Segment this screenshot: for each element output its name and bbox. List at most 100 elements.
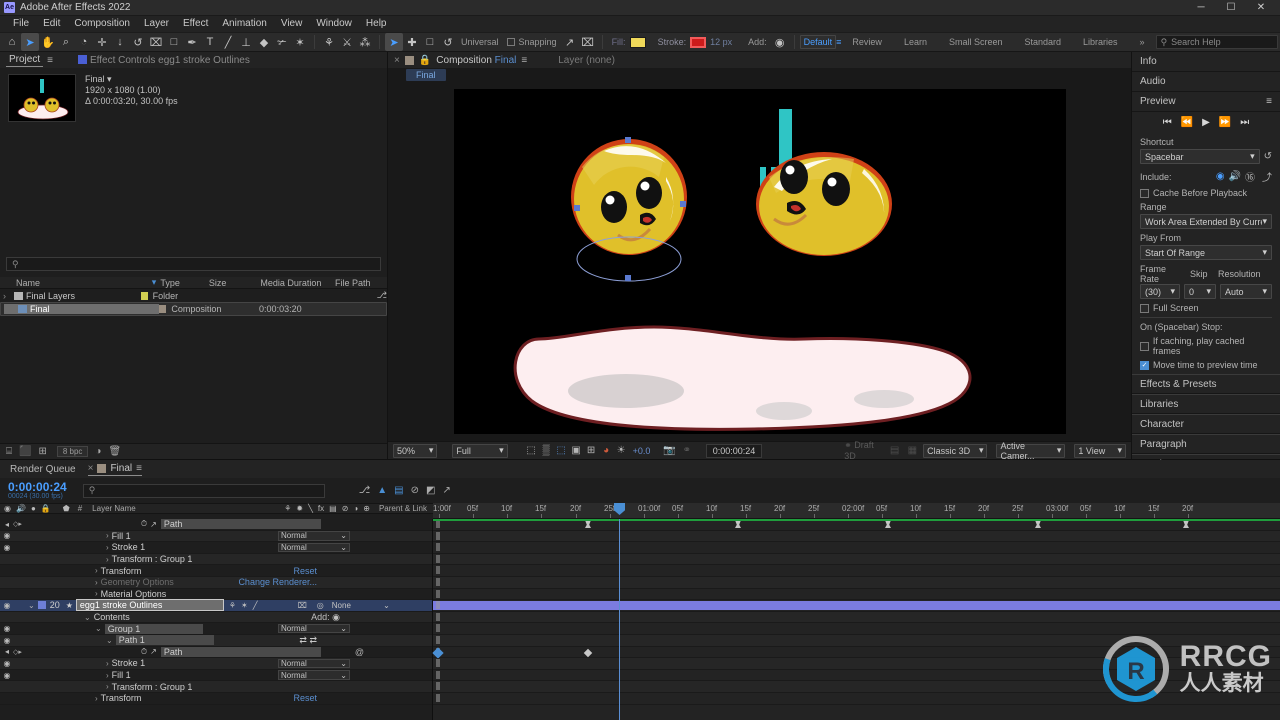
new-folder-icon[interactable]: ⬛ <box>19 446 31 457</box>
timeline-track-row[interactable] <box>433 611 1280 624</box>
workspace-standard[interactable]: Standard <box>1014 37 1073 47</box>
property-label[interactable]: Stroke 1 <box>112 658 146 668</box>
disclosure-triangle-icon[interactable]: › <box>106 555 109 564</box>
layer-visibility-toggle[interactable]: ◂ <box>2 520 12 529</box>
draft-3d-toggle[interactable]: ⚭ Draft 3D <box>844 440 884 461</box>
panel-preview[interactable]: Preview ≡ <box>1132 92 1280 112</box>
bit-depth-button[interactable]: 8 bpc <box>56 446 89 457</box>
stopwatch-icon[interactable]: ⏱ <box>141 647 147 657</box>
blend-mode-select[interactable]: Normal ⌄ <box>278 623 350 634</box>
property-label[interactable]: Fill 1 <box>112 670 131 680</box>
property-label[interactable]: Path <box>160 519 321 530</box>
include-audio-icon[interactable]: 🔊 <box>1229 171 1241 182</box>
project-column-file-path[interactable]: File Path <box>331 278 387 288</box>
disclosure-triangle-icon[interactable]: › <box>95 589 98 598</box>
disclosure-triangle-icon[interactable]: › <box>106 531 109 540</box>
roto-brush-tool-icon[interactable]: ✃ <box>273 33 291 51</box>
mask-square-icon[interactable]: □ <box>421 33 439 51</box>
exposure-value[interactable]: +0.0 <box>633 446 651 456</box>
draft-3d-icon[interactable]: ▲ <box>377 485 387 496</box>
property-action-link[interactable]: Reset <box>293 566 317 576</box>
keyframe-nav-icon[interactable]: ◇▸ <box>13 648 22 656</box>
property-label[interactable]: Transform <box>101 693 142 703</box>
expression-icon[interactable]: @ <box>355 647 364 657</box>
timeline-track-row[interactable] <box>433 589 1280 601</box>
zoom-level-select[interactable]: 50% ▾ <box>393 443 438 458</box>
panel-paragraph[interactable]: Paragraph <box>1132 434 1280 454</box>
adjustment-switch-icon[interactable]: ◑ <box>353 504 358 513</box>
layer-visibility-toggle[interactable]: ◉ <box>2 624 12 633</box>
fill-color-swatch[interactable] <box>629 36 646 48</box>
rotate-icon[interactable]: ↺ <box>439 33 457 51</box>
timeline-property-row[interactable]: › Transform : Group 1 <box>0 681 432 693</box>
full-screen-checkbox[interactable] <box>1140 303 1149 313</box>
graph-editor-icon[interactable]: ↗ <box>442 485 450 496</box>
timeline-property-row[interactable]: › Transform : Group 1 <box>0 553 432 566</box>
workspace-review[interactable]: Review <box>841 37 893 47</box>
layer-switch-icon[interactable]: ╱ <box>253 601 258 610</box>
layer-label-color[interactable] <box>37 601 46 610</box>
tab-render-queue[interactable]: Render Queue <box>10 464 76 475</box>
zoom-tool-icon[interactable]: ⌕ <box>57 33 75 51</box>
layer-switch-icon[interactable]: ⌧ <box>298 601 307 610</box>
puppet-starch-icon[interactable]: ⚔ <box>338 33 356 51</box>
disclosure-triangle-icon[interactable]: › <box>3 291 11 301</box>
layer-visibility-toggle[interactable]: ◉ <box>2 671 12 680</box>
composition-tab-label[interactable]: Composition Final <box>436 55 516 66</box>
layer-visibility-toggle[interactable]: ◉ <box>2 543 12 552</box>
tab-effect-controls[interactable]: Effect Controls egg1 stroke Outlines <box>75 54 253 66</box>
solo-switch-icon[interactable]: ● <box>31 504 36 513</box>
guides-icon[interactable]: ⊞ <box>584 444 599 458</box>
puppet-overlap-icon[interactable]: ⁂ <box>356 33 374 51</box>
exposure-reset-icon[interactable]: ☀ <box>614 444 629 458</box>
lock-switch-icon[interactable]: 🔒 <box>41 504 51 513</box>
include-video-icon[interactable]: ◉ <box>1216 171 1225 182</box>
timeline-layer-row[interactable]: ◉ ⌄ 20 ★ egg1 stroke Outlines ⚘ ✶ ╱ ⌧ ◎ None ⌄ <box>0 599 432 612</box>
property-label[interactable]: Path <box>160 646 321 657</box>
snapping-toggle[interactable]: Snapping <box>503 37 561 47</box>
universal-label[interactable]: Universal <box>457 37 503 47</box>
disclosure-triangle-icon[interactable]: ⌄ <box>84 613 91 622</box>
effects-switch-icon[interactable]: fx <box>318 504 324 513</box>
graph-editor-icon[interactable]: ↗ <box>150 520 157 529</box>
interpret-footage-icon[interactable]: ◑ <box>95 446 101 457</box>
work-area-bar[interactable] <box>433 519 1280 521</box>
layer-switch-icon[interactable]: ◎ <box>317 601 324 610</box>
add-vertex-icon[interactable]: ✚ <box>403 33 421 51</box>
flowchart-icon[interactable]: ⎇ <box>377 290 387 301</box>
timeline-search-input[interactable]: ⚲ <box>82 483 325 498</box>
title-action-safe-icon[interactable]: ▣ <box>569 444 584 458</box>
timeline-property-row[interactable]: ◂ ◇▸ ⏱ ↗ Path @ <box>0 646 432 659</box>
export-icon[interactable]: ⤴ <box>1262 169 1272 184</box>
last-frame-button[interactable]: ⏭ <box>1240 117 1249 128</box>
shape-tool-icon[interactable]: □ <box>165 33 183 51</box>
add-property-button[interactable]: Add: ◉ <box>311 612 340 623</box>
lock-icon[interactable]: 🔒 <box>419 55 431 66</box>
project-column-size[interactable]: Size <box>205 278 256 288</box>
snapshot-icon[interactable]: 📷 <box>662 444 676 458</box>
workspace-default[interactable]: Default <box>799 35 837 49</box>
motion-blur-switch-icon[interactable]: ⊘ <box>342 504 349 513</box>
3d-switch-icon[interactable]: ⊕ <box>363 504 370 513</box>
project-item-row[interactable]: Final Composition 0:00:03:20 <box>0 302 387 316</box>
blend-mode-select[interactable]: Normal ⌄ <box>278 542 350 553</box>
close-button[interactable]: ✕ <box>1246 0 1276 16</box>
snapping-checkbox[interactable] <box>506 38 515 46</box>
orbit-tool-icon[interactable]: ◔ <box>75 33 93 51</box>
disclosure-triangle-icon[interactable]: › <box>95 694 98 703</box>
show-snapshot-icon[interactable]: ⚭ <box>680 444 694 458</box>
range-select[interactable]: Work Area Extended By Current...▾ <box>1140 214 1272 229</box>
graph-editor-icon[interactable]: ↗ <box>150 647 157 656</box>
fill-label[interactable]: Fill: <box>608 37 630 47</box>
blend-mode-select[interactable]: Normal ⌄ <box>278 658 350 669</box>
composition-marker[interactable] <box>585 520 591 528</box>
next-frame-button[interactable]: ⏩ <box>1219 117 1231 128</box>
add-menu-icon[interactable]: ◉ <box>771 33 789 51</box>
play-from-select[interactable]: Start Of Range ▾ <box>1140 245 1272 260</box>
camera-select[interactable]: Active Camer... ▾ <box>996 441 1066 461</box>
composition-marker[interactable] <box>1035 520 1041 528</box>
layer-name-field[interactable]: egg1 stroke Outlines <box>75 599 224 612</box>
breadcrumb[interactable]: Final <box>406 69 446 81</box>
panel-audio[interactable]: Audio <box>1132 72 1280 92</box>
property-label[interactable]: Material Options <box>101 589 167 599</box>
